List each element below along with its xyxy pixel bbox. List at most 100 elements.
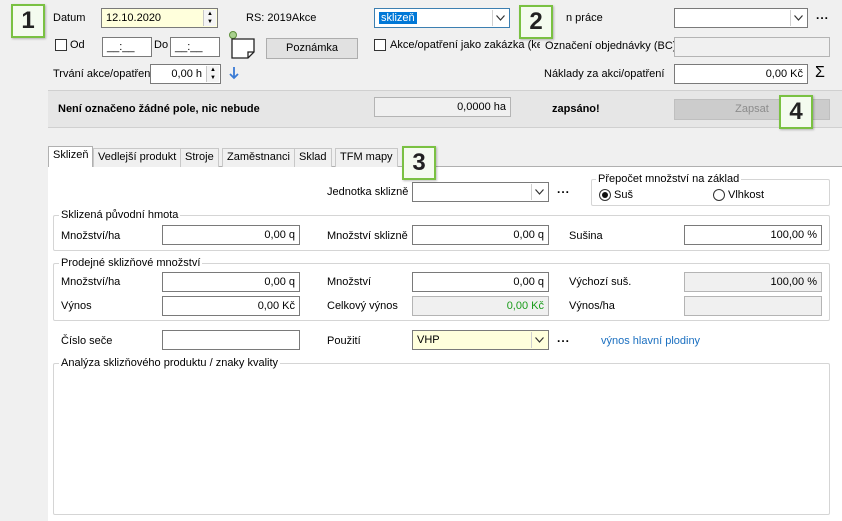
tab-label: Zaměstnanci bbox=[227, 151, 290, 163]
tab-sklad[interactable]: Sklad bbox=[294, 148, 332, 167]
prodejne-mnozstvi-title: Prodejné sklizňové množství bbox=[59, 257, 203, 270]
callout-2: 2 bbox=[519, 5, 553, 39]
datum-value: 12.10.2020 bbox=[106, 12, 162, 24]
pouziti-label: Použití bbox=[327, 335, 361, 347]
operation-dropdown[interactable]: sklizeň bbox=[374, 8, 510, 28]
naklady-value: 0,00 Kč bbox=[765, 68, 803, 80]
tab-tfm-mapy[interactable]: TFM mapy bbox=[335, 148, 398, 167]
puvodni-mnozstvi-value: 0,00 q bbox=[513, 229, 544, 241]
prodejne-mnozstvi-field[interactable]: 0,00 q bbox=[412, 272, 549, 292]
tab-label: Stroje bbox=[185, 151, 214, 163]
zakazka-checkbox[interactable] bbox=[374, 39, 386, 51]
jednotka-dropdown[interactable] bbox=[412, 182, 549, 202]
trvani-field[interactable]: 0,00 h ▲ ▼ bbox=[150, 64, 221, 84]
datum-field[interactable]: 12.10.2020 ▲ ▼ bbox=[101, 8, 218, 28]
objednavka-label: Označení objednávky (BC) bbox=[545, 40, 677, 52]
prodejne-mnozstvi-label: Množství bbox=[327, 276, 372, 288]
puvodni-mnozstvi-ha-value: 0,00 q bbox=[264, 229, 295, 241]
vlhkost-label: Vlhkost bbox=[728, 189, 765, 201]
status-suffix: zapsáno! bbox=[552, 103, 600, 115]
naklady-label: Náklady za akci/opatření bbox=[544, 68, 665, 80]
trvani-value: 0,00 h bbox=[171, 68, 202, 80]
od-time-field[interactable]: __:__ bbox=[102, 37, 152, 57]
susina-label: Sušina bbox=[569, 230, 603, 242]
tab-label: Sklizeň bbox=[53, 149, 89, 161]
rs-label: RS: 2019Akce bbox=[246, 12, 317, 24]
puvodni-mnozstvi-ha-field[interactable]: 0,00 q bbox=[162, 225, 300, 245]
note-icon[interactable] bbox=[228, 30, 260, 60]
do-time-value: __:__ bbox=[175, 41, 203, 53]
area-field: 0,0000 ha bbox=[374, 97, 511, 117]
tab-stroje[interactable]: Stroje bbox=[180, 148, 219, 167]
analyza-group bbox=[53, 363, 830, 515]
do-label: Do bbox=[154, 39, 169, 51]
vlhkost-radio[interactable] bbox=[713, 189, 725, 201]
cislo-sece-label: Číslo seče bbox=[61, 335, 113, 347]
od-time-value: __:__ bbox=[107, 41, 135, 53]
vynos-label: Výnos bbox=[61, 300, 92, 312]
datum-spinner[interactable]: ▲ ▼ bbox=[203, 10, 216, 26]
callout-3: 3 bbox=[402, 146, 436, 180]
left-strip bbox=[0, 128, 48, 521]
susina-value: 100,00 % bbox=[770, 229, 817, 241]
vynos-ha-label: Výnos/ha bbox=[569, 300, 615, 312]
tab-label: Sklad bbox=[299, 151, 327, 163]
prepocet-title: Přepočet množství na základ bbox=[596, 173, 742, 186]
prodejne-mnozstvi-ha-label: Množství/ha bbox=[61, 276, 121, 288]
trvani-label: Trvání akce/opatření bbox=[53, 68, 151, 80]
tab-label: TFM mapy bbox=[340, 151, 393, 163]
vynos-value: 0,00 Kč bbox=[257, 300, 295, 312]
celkovy-vynos-field: 0,00 Kč bbox=[412, 296, 549, 316]
callout-4: 4 bbox=[779, 95, 813, 129]
pouziti-more-icon[interactable]: ... bbox=[557, 331, 570, 345]
vynos-hlavni-plodiny-link[interactable]: výnos hlavní plodiny bbox=[601, 334, 700, 348]
prodejne-mnozstvi-ha-field[interactable]: 0,00 q bbox=[162, 272, 300, 292]
od-label: Od bbox=[70, 39, 85, 51]
chevron-down-icon[interactable] bbox=[531, 332, 547, 348]
vychozi-sus-field: 100,00 % bbox=[684, 272, 822, 292]
do-time-field[interactable]: __:__ bbox=[170, 37, 220, 57]
sled-prace-more-icon[interactable]: ... bbox=[816, 8, 829, 22]
trvani-spinner[interactable]: ▲ ▼ bbox=[206, 66, 219, 82]
divider bbox=[48, 128, 842, 142]
tab-vedlejsi-produkt[interactable]: Vedlejší produkt bbox=[93, 148, 182, 167]
vychozi-sus-label: Výchozí suš. bbox=[569, 276, 632, 288]
sled-prace-dropdown[interactable] bbox=[674, 8, 808, 28]
jednotka-label: Jednotka sklizně bbox=[327, 186, 409, 198]
poznamka-button[interactable]: Poznámka bbox=[266, 38, 358, 59]
pouziti-value: VHP bbox=[417, 334, 440, 346]
vychozi-sus-value: 100,00 % bbox=[770, 276, 817, 288]
objednavka-field[interactable] bbox=[674, 37, 830, 57]
od-checkbox[interactable] bbox=[55, 39, 67, 51]
chevron-down-icon[interactable] bbox=[492, 10, 508, 26]
sus-radio[interactable] bbox=[599, 189, 611, 201]
tab-sklizen[interactable]: Sklizeň bbox=[48, 146, 94, 167]
naklady-field[interactable]: 0,00 Kč bbox=[674, 64, 808, 84]
operation-value: sklizeň bbox=[379, 12, 417, 24]
cislo-sece-field[interactable] bbox=[162, 330, 300, 350]
arrow-down-icon[interactable] bbox=[228, 66, 240, 80]
chevron-down-icon[interactable] bbox=[531, 184, 547, 200]
vynos-field[interactable]: 0,00 Kč bbox=[162, 296, 300, 316]
tab-zamestnanci[interactable]: Zaměstnanci bbox=[222, 148, 295, 167]
sus-label: Suš bbox=[614, 189, 633, 201]
pouziti-dropdown[interactable]: VHP bbox=[412, 330, 549, 350]
tab-label: Vedlejší produkt bbox=[98, 151, 177, 163]
celkovy-vynos-label: Celkový výnos bbox=[327, 300, 398, 312]
area-value: 0,0000 ha bbox=[457, 101, 506, 113]
datum-label: Datum bbox=[53, 12, 86, 24]
chevron-down-icon[interactable] bbox=[790, 10, 806, 26]
susina-field[interactable]: 100,00 % bbox=[684, 225, 822, 245]
sum-icon[interactable]: Σ bbox=[815, 64, 825, 82]
sled-prace-label: n práce bbox=[566, 12, 603, 24]
puvodni-mnozstvi-label: Množství sklizně bbox=[327, 230, 408, 242]
zakazka-label: Akce/opatření jako zakázka (ke bbox=[390, 39, 540, 51]
puvodni-hmota-title: Sklizená původní hmota bbox=[59, 209, 181, 222]
prodejne-mnozstvi-value: 0,00 q bbox=[513, 276, 544, 288]
jednotka-more-icon[interactable]: ... bbox=[557, 182, 570, 196]
puvodni-mnozstvi-ha-label: Množství/ha bbox=[61, 230, 121, 242]
prodejne-mnozstvi-ha-value: 0,00 q bbox=[264, 276, 295, 288]
analyza-title: Analýza sklizňového produktu / znaky kva… bbox=[59, 357, 281, 370]
callout-1: 1 bbox=[11, 4, 45, 38]
puvodni-mnozstvi-field[interactable]: 0,00 q bbox=[412, 225, 549, 245]
